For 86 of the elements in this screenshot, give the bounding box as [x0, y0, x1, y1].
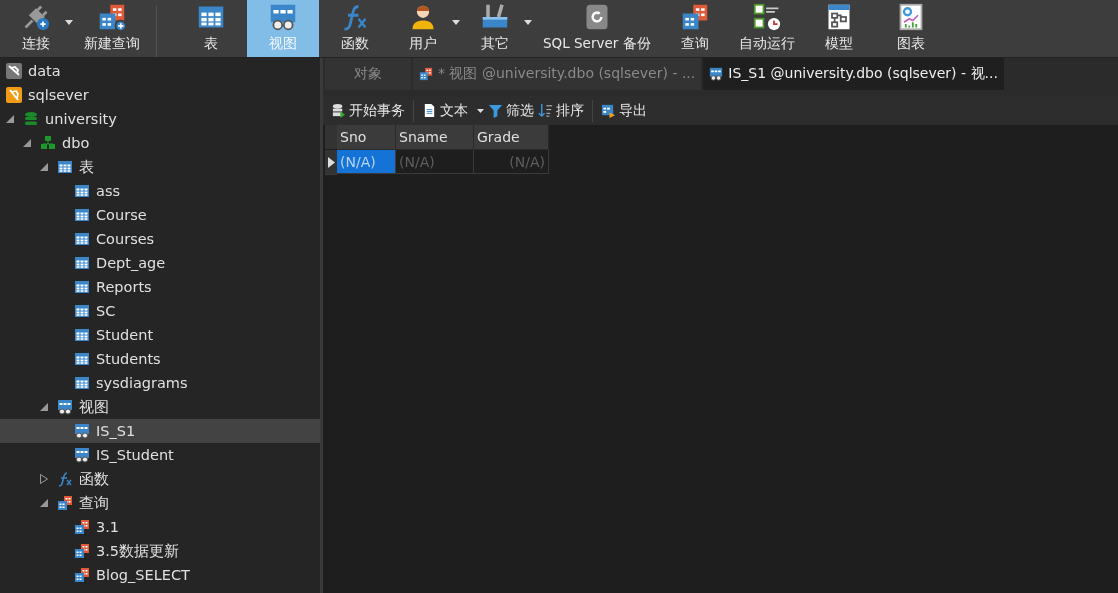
tree-item[interactable]: sqlsever — [0, 83, 320, 107]
tab[interactable]: IS_S1 @university.dbo (sqlsever) - 视... — [703, 58, 1004, 90]
query-icon — [74, 543, 90, 559]
view-table-icon — [57, 399, 73, 415]
function-icon — [57, 471, 73, 487]
tree-item[interactable]: Courses — [0, 227, 320, 251]
checklist-clock-icon — [752, 3, 781, 31]
tree-item[interactable]: 查询 — [0, 491, 320, 515]
toolbar-button[interactable]: 筛选 — [486, 101, 536, 120]
view-table-icon — [74, 447, 90, 463]
view-table-icon — [74, 423, 90, 439]
tree-item[interactable]: university — [0, 107, 320, 131]
expanded-arrow-icon[interactable] — [40, 499, 48, 507]
tree-item[interactable]: Dept_age — [0, 251, 320, 275]
table-icon — [74, 207, 90, 223]
query-icon — [680, 3, 709, 31]
view-table-icon — [709, 67, 724, 81]
database-icon — [23, 111, 39, 127]
toolbar-button[interactable]: 排序 — [536, 101, 586, 120]
expanded-arrow-icon[interactable] — [40, 403, 48, 411]
column-header[interactable]: Sname — [396, 125, 474, 150]
tree-item[interactable]: Student — [0, 323, 320, 347]
query-icon — [98, 3, 126, 31]
tree-item[interactable]: Students — [0, 347, 320, 371]
plug-icon — [22, 3, 50, 31]
table-icon — [74, 183, 90, 199]
tree-item[interactable]: SC — [0, 299, 320, 323]
tree-item[interactable]: IS_S1 — [0, 419, 320, 443]
expanded-arrow-icon[interactable] — [23, 139, 31, 147]
query-icon — [74, 519, 90, 535]
view-table-icon — [269, 3, 297, 31]
toolbar-button[interactable]: 图表 — [874, 0, 947, 57]
database-icon — [331, 103, 346, 118]
table-icon — [74, 231, 90, 247]
document-icon — [422, 103, 437, 118]
sort-icon — [538, 103, 553, 118]
table-icon — [74, 375, 90, 391]
toolbar-button[interactable]: 文本 — [420, 101, 486, 120]
tab[interactable]: * 视图 @university.dbo (sqlsever) - ... — [413, 58, 702, 90]
tree-item[interactable]: 函数 — [0, 467, 320, 491]
tree-item[interactable]: Reports — [0, 275, 320, 299]
export-icon — [601, 103, 616, 118]
table-icon — [74, 279, 90, 295]
toolbar-button[interactable]: 模型 — [802, 0, 875, 57]
row-header[interactable] — [325, 150, 337, 175]
query-icon — [74, 567, 90, 583]
plug-icon — [6, 63, 22, 79]
collapsed-arrow-icon[interactable] — [40, 474, 48, 484]
table-icon — [57, 159, 73, 175]
tree-item[interactable]: 3.1 — [0, 515, 320, 539]
tree-item[interactable]: dbo — [0, 131, 320, 155]
tree-item[interactable]: 3.5数据更新 — [0, 539, 320, 563]
tree-item[interactable]: 表 — [0, 155, 320, 179]
toolbar-button[interactable]: 连接 — [4, 0, 76, 57]
tree-item[interactable]: ass — [0, 179, 320, 203]
filter-icon — [488, 103, 503, 118]
plug-icon — [6, 87, 22, 103]
toolbar-button[interactable]: 查询 — [658, 0, 731, 57]
toolbar-button[interactable]: SQL Server 备份 — [535, 0, 659, 57]
tree-item[interactable]: 视图 — [0, 395, 320, 419]
tree-item[interactable]: data — [0, 59, 320, 83]
toolbar-button[interactable]: 新建查询 — [76, 0, 148, 57]
tree-item[interactable]: sysdiagrams — [0, 371, 320, 395]
table-icon — [74, 351, 90, 367]
toolbar-button[interactable]: 函数 — [319, 0, 391, 57]
expanded-arrow-icon[interactable] — [40, 163, 48, 171]
tab[interactable]: 对象 — [325, 58, 411, 90]
query-icon — [57, 495, 73, 511]
column-header[interactable]: Grade — [474, 125, 549, 150]
toolbox-icon — [481, 3, 509, 31]
tree-item[interactable]: IS_Student — [0, 443, 320, 467]
column-header[interactable]: Sno — [337, 125, 396, 150]
toolbar-button[interactable]: 其它 — [463, 0, 535, 57]
toolbar-button[interactable]: 自动运行 — [730, 0, 803, 57]
table-icon — [74, 327, 90, 343]
toolbar-button[interactable]: 开始事务 — [329, 101, 407, 120]
expanded-arrow-icon[interactable] — [6, 115, 14, 123]
table-icon — [74, 255, 90, 271]
query-icon — [419, 67, 433, 81]
toolbar-button[interactable]: 用户 — [391, 0, 463, 57]
tree-item[interactable]: Blog_SELECT — [0, 563, 320, 587]
table-icon — [74, 303, 90, 319]
schema-icon — [40, 135, 56, 151]
toolbar-button[interactable]: 表 — [175, 0, 247, 57]
toolbar-button[interactable]: 导出 — [599, 101, 649, 120]
tree-item[interactable]: Course — [0, 203, 320, 227]
